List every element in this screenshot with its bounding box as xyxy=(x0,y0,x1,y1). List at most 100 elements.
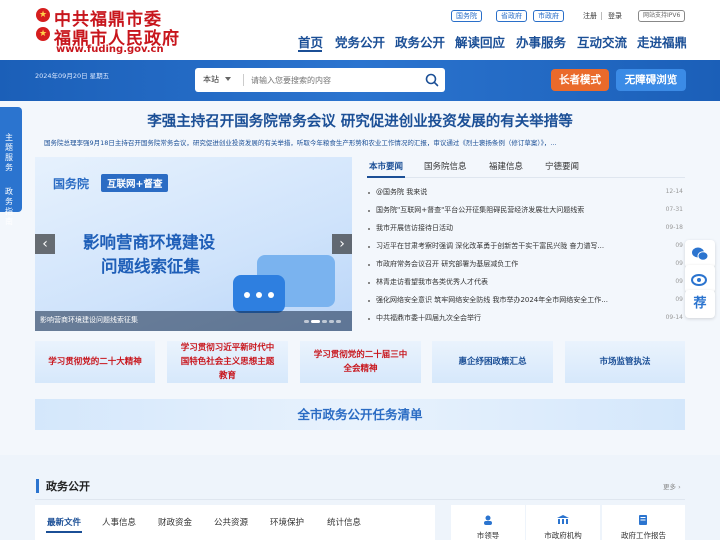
bullet-icon xyxy=(368,192,370,194)
side-tab-theme-services[interactable]: 主题服务 xyxy=(5,133,17,173)
tab-latest-files[interactable]: 最新文件 xyxy=(47,516,81,528)
recommend-icon[interactable]: 荐 xyxy=(685,290,715,318)
nav-home[interactable]: 首页 xyxy=(298,32,323,51)
headline-title[interactable]: 李强主持召开国务院常务会议 研究促进创业投资发展的有关举措等 xyxy=(0,110,720,131)
bullet-icon xyxy=(368,318,370,320)
search-scope-select[interactable]: 本站 xyxy=(203,74,219,85)
state-council-link[interactable]: 国务院 xyxy=(451,10,482,22)
news-item-title[interactable]: 习近平在甘肃考察时强调 深化改革勇于创新苦干实干富民兴陇 奋力谱写... xyxy=(376,241,646,251)
news-item-date: 09-14 xyxy=(665,314,683,321)
feature-card-third-plenum[interactable]: 学习贯彻党的二十届三中 全会精神 xyxy=(300,341,421,383)
news-list-item[interactable]: 国务院"互联网+督查"平台公开征集阻碍民营经济发展壮大问题线索 07-31 xyxy=(367,204,685,218)
search-box: 本站 xyxy=(195,68,445,92)
nav-services[interactable]: 办事服务 xyxy=(516,32,566,51)
bullet-icon xyxy=(368,264,370,266)
nav-about-fuding[interactable]: 走进福鼎 xyxy=(637,32,687,51)
tab-personnel-info[interactable]: 人事信息 xyxy=(102,516,136,528)
carousel-dot-active[interactable] xyxy=(311,320,320,323)
carousel-dot[interactable] xyxy=(329,320,334,323)
feature-card-enterprise-policy[interactable]: 惠企纾困政策汇总 xyxy=(432,341,553,383)
nav-interpretation[interactable]: 解读回应 xyxy=(455,32,505,51)
feature-card-20th-congress[interactable]: 学习贯彻党的二十大精神 xyxy=(35,341,155,383)
tab-fujian-info[interactable]: 福建信息 xyxy=(489,160,523,172)
section-divider xyxy=(35,499,685,500)
person-icon xyxy=(484,515,492,525)
bullet-icon xyxy=(368,210,370,212)
carousel-slide-title-line2: 问题线索征集 xyxy=(101,257,200,276)
province-gov-link[interactable]: 省政府 xyxy=(496,10,527,22)
tab-statistics[interactable]: 统计信息 xyxy=(327,516,361,528)
gov-task-list-banner[interactable]: 全市政务公开任务清单 xyxy=(35,399,685,430)
tab-environment[interactable]: 环境保护 xyxy=(270,516,304,528)
building-icon xyxy=(557,515,569,524)
tab-ningde-news[interactable]: 宁德要闻 xyxy=(545,160,579,172)
search-input[interactable] xyxy=(251,71,411,89)
feature-card-market-supervision[interactable]: 市场监管执法 xyxy=(565,341,685,383)
news-item-title[interactable]: 中共福鼎市委十四届九次全会举行 xyxy=(376,313,646,323)
accessible-browse-button[interactable]: 无障碍浏览 xyxy=(616,69,686,91)
gov-tab-active-indicator xyxy=(46,531,82,533)
card-city-institutions[interactable]: 市政府机构 xyxy=(526,505,600,540)
ipv6-badge: 网站支持IPV6 xyxy=(638,10,686,22)
tab-public-resources[interactable]: 公共资源 xyxy=(214,516,248,528)
feature-card-xi-thought[interactable]: 学习贯彻习近平新时代中 国特色社会主义思想主题 教育 xyxy=(167,341,288,383)
login-link[interactable]: 登录 xyxy=(608,10,622,22)
news-list-item[interactable]: 林青走访看望我市各类优秀人才代表 09 xyxy=(367,276,685,290)
card-city-leaders[interactable]: 市领导 xyxy=(451,505,525,540)
chevron-down-icon[interactable] xyxy=(225,77,231,81)
news-list-item[interactable]: 市政府常务会议召开 研究部署为基层减负工作 09 xyxy=(367,258,685,272)
news-item-title[interactable]: 我市开展信访接待日活动 xyxy=(376,223,646,233)
side-tab-gov-guide[interactable]: 政务指南 xyxy=(5,187,17,227)
news-item-title[interactable]: 市政府常务会议召开 研究部署为基层减负工作 xyxy=(376,259,646,269)
news-list-item[interactable]: 强化网络安全意识 筑牢网络安全防线 我市举办2024年全市网络安全工作... 09 xyxy=(367,294,685,308)
elder-mode-button[interactable]: 长者模式 xyxy=(551,69,609,91)
news-item-date: 09 xyxy=(675,242,683,249)
news-item-title[interactable]: @国务院 我来说 xyxy=(376,187,646,197)
national-emblem-icon: ★ xyxy=(36,27,50,41)
carousel-caption[interactable]: 影响营商环境建设问题线索征集 xyxy=(40,315,138,325)
news-item-date: 09 xyxy=(675,260,683,267)
site-url: www.fuding.gov.cn xyxy=(56,44,164,55)
nav-active-indicator xyxy=(298,50,322,52)
news-item-title[interactable]: 强化网络安全意识 筑牢网络安全防线 我市举办2024年全市网络安全工作... xyxy=(376,295,646,305)
weibo-icon[interactable] xyxy=(685,265,715,293)
carousel-tag-supervision: 互联网+督查 xyxy=(101,174,169,192)
tab-state-council-info[interactable]: 国务院信息 xyxy=(424,160,467,172)
nav-gov-affairs[interactable]: 政务公开 xyxy=(395,32,445,51)
carousel-dot[interactable] xyxy=(336,320,341,323)
wechat-icon[interactable] xyxy=(685,240,715,268)
carousel-slide-title-line1: 影响营商环境建设 xyxy=(83,233,215,252)
party-emblem-icon: ★ xyxy=(36,8,50,22)
search-icon[interactable] xyxy=(423,71,441,89)
carousel-tag-state-council: 国务院 xyxy=(53,177,90,191)
gov-affairs-title: 政务公开 xyxy=(46,480,90,493)
register-link[interactable]: 注册 xyxy=(583,10,597,22)
news-tab-divider xyxy=(367,177,685,178)
news-list-item[interactable]: 中共福鼎市委十四届九次全会举行 09-14 xyxy=(367,312,685,326)
card-gov-work-report[interactable]: 政府工作报告 xyxy=(602,505,685,540)
news-carousel[interactable]: 国务院 互联网+督查 影响营商环境建设 问题线索征集 影响营商环境建设问题线索征… xyxy=(35,157,352,331)
top-link-divider xyxy=(601,12,602,20)
news-list-item[interactable]: 习近平在甘肃考察时强调 深化改革勇于创新苦干实干富民兴陇 奋力谱写... 09 xyxy=(367,240,685,254)
gov-affairs-more-link[interactable]: 更多 › xyxy=(663,481,681,491)
nav-party-affairs[interactable]: 党务公开 xyxy=(335,32,385,51)
tab-local-news[interactable]: 本市要闻 xyxy=(369,160,403,172)
carousel-dot[interactable] xyxy=(322,320,327,323)
headline-summary[interactable]: 国务院总理李强9月18日主持召开国务院常务会议，研究促进创业投资发展的有关举措，… xyxy=(44,137,680,147)
news-item-title[interactable]: 林青走访看望我市各类优秀人才代表 xyxy=(376,277,646,287)
bullet-icon xyxy=(368,246,370,248)
nav-interaction[interactable]: 互动交流 xyxy=(577,32,627,51)
news-list-item[interactable]: @国务院 我来说 12-14 xyxy=(367,186,685,200)
side-service-tab: 主题服务 政务指南 xyxy=(0,107,22,226)
city-gov-link[interactable]: 市政府 xyxy=(533,10,564,22)
carousel-prev-arrow[interactable]: ‹ xyxy=(35,234,55,254)
tab-fiscal-funds[interactable]: 财政资金 xyxy=(158,516,192,528)
carousel-dot[interactable] xyxy=(304,320,309,323)
carousel-next-arrow[interactable]: › xyxy=(332,234,352,254)
current-date: 2024年09月20日 星期五 xyxy=(35,72,110,80)
news-tab-active-indicator xyxy=(367,176,405,178)
news-list-item[interactable]: 我市开展信访接待日活动 09-18 xyxy=(367,222,685,236)
card-label: 政府工作报告 xyxy=(621,531,666,540)
news-item-title[interactable]: 国务院"互联网+督查"平台公开征集阻碍民营经济发展壮大问题线索 xyxy=(376,205,646,215)
search-divider xyxy=(243,74,244,86)
